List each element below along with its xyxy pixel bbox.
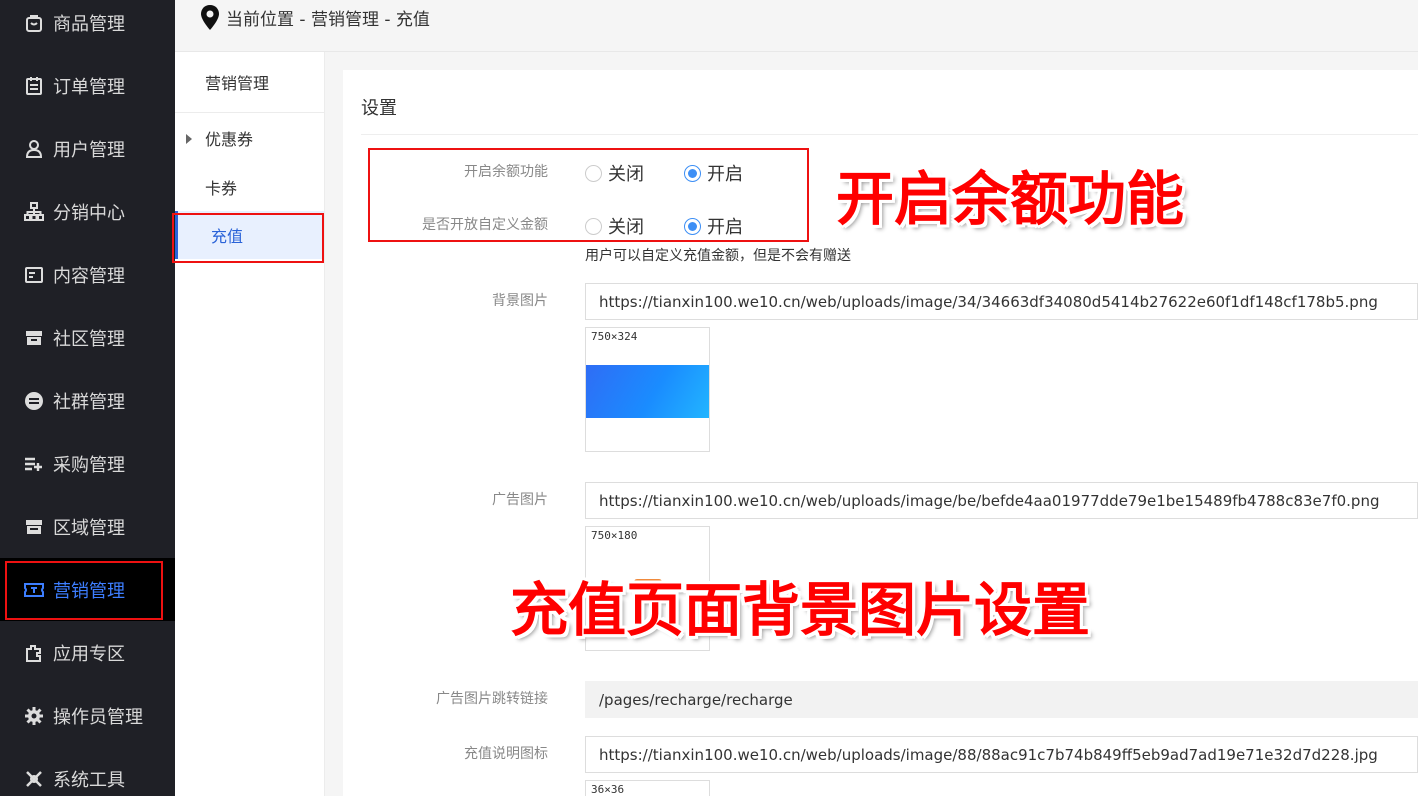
bg-image-thumbnail <box>586 365 709 418</box>
sidebar-item-label: 系统工具 <box>53 769 125 791</box>
radio-label: 关闭 <box>608 217 644 238</box>
ticket-icon <box>24 580 44 600</box>
custom-amount-label: 是否开放自定义金额 <box>422 217 548 233</box>
sub-item-cards[interactable]: 卡券 <box>175 163 324 211</box>
radio-circle-icon <box>585 217 602 235</box>
user-icon <box>24 139 44 159</box>
list-add-icon <box>24 454 44 474</box>
bag-icon <box>24 13 44 33</box>
custom-amount-hint: 用户可以自定义充值金额，但是不会有赠送 <box>585 248 851 264</box>
sidebar-item-content[interactable]: 内容管理 <box>0 243 175 306</box>
breadcrumb: 当前位置 - 营销管理 - 充值 <box>175 0 1418 52</box>
sidebar-item-purchase[interactable]: 采购管理 <box>0 432 175 495</box>
explain-icon-url-input[interactable]: https://tianxin100.we10.cn/web/uploads/i… <box>585 736 1418 773</box>
group-icon <box>24 391 44 411</box>
clipboard-icon <box>24 76 44 96</box>
sub-item-label: 卡券 <box>205 179 238 198</box>
divider <box>361 134 1418 135</box>
document-icon <box>24 265 44 285</box>
sidebar-item-operators[interactable]: 操作员管理 <box>0 684 175 747</box>
sidebar-item-goods[interactable]: 商品管理 <box>0 0 175 54</box>
sidebar-item-label: 营销管理 <box>53 580 125 602</box>
ad-image-url-input[interactable]: https://tianxin100.we10.cn/web/uploads/i… <box>585 482 1418 519</box>
explain-icon-label: 充值说明图标 <box>464 746 548 762</box>
tools-icon <box>24 769 44 789</box>
radio-label: 开启 <box>707 164 743 185</box>
sidebar-item-label: 采购管理 <box>53 454 125 476</box>
caret-right-icon <box>186 134 192 144</box>
ad-link-input[interactable]: /pages/recharge/recharge <box>585 681 1418 718</box>
balance-on-radio[interactable]: 开启 <box>684 160 743 186</box>
location-pin-icon <box>201 4 219 30</box>
sidebar-item-community[interactable]: 社区管理 <box>0 306 175 369</box>
sidebar-item-label: 订单管理 <box>53 76 125 98</box>
radio-checked-icon <box>684 217 701 235</box>
sidebar-item-groups[interactable]: 社群管理 <box>0 369 175 432</box>
sidebar-item-label: 社区管理 <box>53 328 125 350</box>
sidebar-item-label: 社群管理 <box>53 391 125 413</box>
ad-image-label: 广告图片 <box>492 492 548 508</box>
image-size-text: 750×180 <box>591 529 638 542</box>
ad-link-label: 广告图片跳转链接 <box>436 691 548 707</box>
bg-image-label: 背景图片 <box>492 293 548 309</box>
sidebar-item-label: 商品管理 <box>53 13 125 35</box>
radio-checked-icon <box>684 164 701 182</box>
sub-item-label: 优惠券 <box>205 130 254 149</box>
breadcrumb-text: 当前位置 - 营销管理 - 充值 <box>226 10 430 30</box>
sidebar-item-orders[interactable]: 订单管理 <box>0 54 175 117</box>
sidebar-item-users[interactable]: 用户管理 <box>0 117 175 180</box>
image-size-text: 36×36 <box>591 783 625 796</box>
gear-icon <box>24 706 44 726</box>
sidebar-item-distribution[interactable]: 分销中心 <box>0 180 175 243</box>
sidebar-item-label: 操作员管理 <box>53 706 143 728</box>
annotation-balance: 开启余额功能 <box>836 165 1185 233</box>
bg-image-url-input[interactable]: https://tianxin100.we10.cn/web/uploads/i… <box>585 283 1418 320</box>
radio-label: 开启 <box>707 217 743 238</box>
sidebar-item-label: 区域管理 <box>53 517 125 539</box>
annotation-background: 充值页面背景图片设置 <box>510 576 1091 644</box>
sidebar-item-label: 应用专区 <box>53 643 125 665</box>
radio-circle-icon <box>585 164 602 182</box>
sidebar-item-tools[interactable]: 系统工具 <box>0 747 175 796</box>
bg-image-preview[interactable]: 750×324 <box>585 327 710 452</box>
explain-icon-preview[interactable]: 36×36 <box>585 780 710 796</box>
image-size-text: 750×324 <box>591 330 638 343</box>
sub-menu: 营销管理 优惠券 卡券 充值 <box>175 52 325 796</box>
sidebar-item-marketing[interactable]: 营销管理 <box>0 558 175 621</box>
sitemap-icon <box>24 201 44 222</box>
sub-item-coupons[interactable]: 优惠券 <box>175 114 324 162</box>
puzzle-icon <box>24 643 44 663</box>
store-icon <box>24 328 44 348</box>
radio-label: 关闭 <box>608 164 644 185</box>
panel-title: 设置 <box>361 98 397 119</box>
main-sidebar: 商品管理 订单管理 用户管理 分销中心 内容管理 社区管理 社群管理 采购管理 … <box>0 0 175 796</box>
sub-menu-title: 营销管理 <box>175 52 324 113</box>
sub-item-recharge[interactable]: 充值 <box>175 211 324 259</box>
sidebar-item-apps[interactable]: 应用专区 <box>0 621 175 684</box>
sidebar-item-region[interactable]: 区域管理 <box>0 495 175 558</box>
balance-off-radio[interactable]: 关闭 <box>585 160 644 186</box>
sub-item-label: 充值 <box>211 227 244 246</box>
sidebar-item-label: 分销中心 <box>53 202 125 224</box>
sidebar-item-label: 内容管理 <box>53 265 125 287</box>
balance-label: 开启余额功能 <box>464 164 548 180</box>
sidebar-item-label: 用户管理 <box>53 139 125 161</box>
custom-amount-on-radio[interactable]: 开启 <box>684 213 743 239</box>
custom-amount-off-radio[interactable]: 关闭 <box>585 213 644 239</box>
shop-icon <box>24 517 44 537</box>
